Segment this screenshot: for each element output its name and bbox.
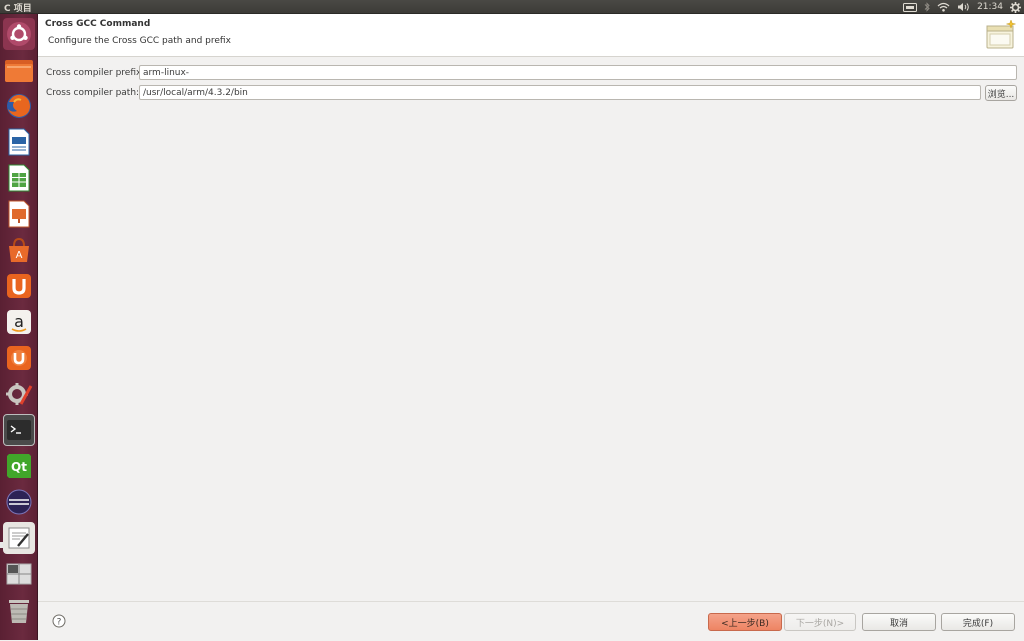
wizard-title: Cross GCC Command xyxy=(45,19,151,29)
path-label: Cross compiler path: xyxy=(46,88,140,98)
svg-text:Qt: Qt xyxy=(11,460,27,474)
prefix-label: Cross compiler prefix: xyxy=(46,68,145,78)
keyboard-indicator-icon[interactable] xyxy=(903,2,918,12)
next-button[interactable]: 下一步(N)> xyxy=(784,613,856,631)
top-panel: C 项目 21:34 xyxy=(0,0,1024,14)
text-editor-icon[interactable] xyxy=(3,522,35,554)
ubuntu-one-music-icon[interactable] xyxy=(3,342,35,374)
wizard-banner: Cross GCC Command Configure the Cross GC… xyxy=(38,14,1024,57)
files-icon[interactable] xyxy=(3,54,35,86)
system-settings-icon[interactable] xyxy=(3,378,35,410)
ubuntu-one-icon[interactable] xyxy=(3,270,35,302)
libreoffice-calc-icon[interactable] xyxy=(3,162,35,194)
path-row: Cross compiler path: 浏览... xyxy=(38,85,1024,103)
bluetooth-icon[interactable] xyxy=(924,2,930,12)
wizard-description: Configure the Cross GCC path and prefix xyxy=(48,36,231,46)
svg-text:?: ? xyxy=(57,618,62,628)
wizard-dialog: Cross GCC Command Configure the Cross GC… xyxy=(38,14,1024,640)
finish-button[interactable]: 完成(F) xyxy=(941,613,1015,631)
software-center-icon[interactable]: A xyxy=(3,234,35,266)
wizard-button-bar: ? <上一步(B) 下一步(N)> 取消 完成(F) xyxy=(38,601,1024,641)
workspace-switcher-icon[interactable] xyxy=(3,558,35,590)
svg-text:A: A xyxy=(16,250,23,261)
help-icon[interactable]: ? xyxy=(52,614,66,628)
path-input[interactable] xyxy=(139,85,981,100)
terminal-icon[interactable] xyxy=(3,414,35,446)
indicator-area: 21:34 xyxy=(903,1,1021,13)
browse-button[interactable]: 浏览... xyxy=(985,85,1017,101)
svg-text:a: a xyxy=(14,312,24,331)
app-title: C 项目 xyxy=(4,4,32,14)
back-button[interactable]: <上一步(B) xyxy=(708,613,782,631)
prefix-input[interactable] xyxy=(139,65,1017,80)
wifi-icon[interactable] xyxy=(937,2,950,12)
libreoffice-impress-icon[interactable] xyxy=(3,198,35,230)
launcher: A a Qt xyxy=(0,14,38,640)
prefix-row: Cross compiler prefix: xyxy=(38,65,1024,83)
firefox-icon[interactable] xyxy=(3,90,35,122)
qt-creator-icon[interactable]: Qt xyxy=(3,450,35,482)
wizard-banner-icon xyxy=(984,18,1018,52)
libreoffice-writer-icon[interactable] xyxy=(3,126,35,158)
amazon-icon[interactable]: a xyxy=(3,306,35,338)
eclipse-icon[interactable] xyxy=(3,486,35,518)
cancel-button[interactable]: 取消 xyxy=(862,613,936,631)
dash-home-icon[interactable] xyxy=(3,18,35,50)
volume-icon[interactable] xyxy=(957,2,970,12)
running-indicator xyxy=(0,542,3,548)
gear-icon[interactable] xyxy=(1010,1,1021,13)
trash-icon[interactable] xyxy=(3,594,35,626)
clock[interactable]: 21:34 xyxy=(977,1,1003,13)
